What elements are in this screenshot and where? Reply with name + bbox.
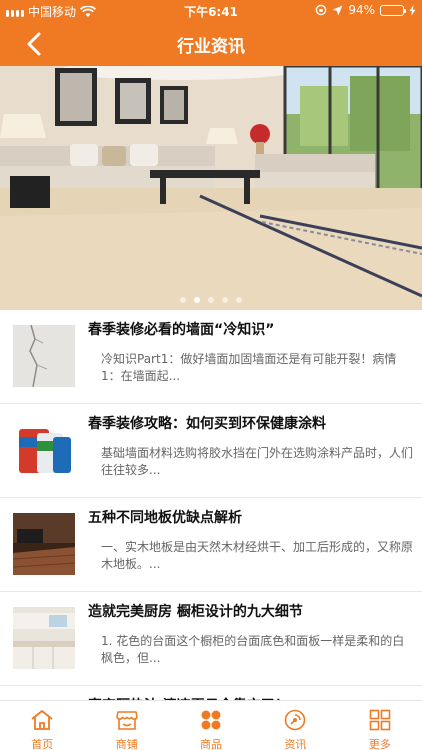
article-thumbnail bbox=[13, 325, 75, 387]
app-screen: 中国移动 下午6:41 94% 行业资讯 春季装修必看的墙面“冷知识” 冷知识P… bbox=[0, 0, 422, 750]
article-item-1[interactable]: 春季装修必看的墙面“冷知识” 冷知识Part1：做好墙面加固墙面还是有可能开裂！… bbox=[0, 310, 422, 404]
article-list: 春季装修必看的墙面“冷知识” 冷知识Part1：做好墙面加固墙面还是有可能开裂！… bbox=[0, 310, 422, 750]
home-icon bbox=[31, 710, 53, 730]
article-thumbnail bbox=[13, 607, 75, 669]
top-bar: 中国移动 下午6:41 94% 行业资讯 bbox=[0, 0, 422, 66]
shop-icon bbox=[115, 711, 138, 730]
banner-image bbox=[0, 66, 422, 310]
carousel-dot[interactable] bbox=[222, 297, 228, 303]
carousel-dot[interactable] bbox=[194, 297, 200, 303]
tab-label: 首页 bbox=[31, 738, 54, 750]
products-icon bbox=[201, 710, 221, 730]
article-desc: 冷知识Part1：做好墙面加固墙面还是有可能开裂！病情1：在墙面起... bbox=[101, 352, 397, 383]
carousel-indicators bbox=[0, 297, 422, 303]
battery-icon bbox=[380, 4, 406, 16]
banner-carousel[interactable] bbox=[0, 66, 422, 310]
more-grid-icon bbox=[369, 709, 391, 731]
article-desc: 1. 花色的台面这个橱柜的台面底色和面板一样是柔和的白枫色，但... bbox=[101, 634, 405, 665]
article-thumbnail bbox=[13, 419, 75, 481]
tab-label: 商铺 bbox=[115, 738, 138, 750]
status-right: 94% bbox=[315, 3, 416, 17]
article-thumbnail bbox=[13, 513, 75, 575]
tab-more[interactable]: 更多 bbox=[338, 701, 422, 750]
tab-home[interactable]: 首页 bbox=[0, 701, 84, 750]
article-item-4[interactable]: 造就完美厨房 橱柜设计的九大细节 1. 花色的台面这个橱柜的台面底色和面板一样是… bbox=[0, 592, 422, 686]
tab-shops[interactable]: 商铺 bbox=[84, 701, 168, 750]
article-item-2[interactable]: 春季装修攻略：如何买到环保健康涂料 基础墙面材料选购将胶水挡在门外在选购涂料产品… bbox=[0, 404, 422, 498]
article-title: 春季装修攻略：如何买到环保健康涂料 bbox=[88, 416, 326, 432]
carousel-dot[interactable] bbox=[236, 297, 242, 303]
tab-label: 更多 bbox=[368, 738, 391, 750]
orientation-lock-icon bbox=[316, 4, 327, 16]
article-desc: 一、实木地板是由天然木材经烘干、加工后形成的，又称原木地板。... bbox=[101, 540, 414, 571]
page-title: 行业资讯 bbox=[177, 37, 245, 57]
location-icon bbox=[332, 5, 343, 15]
article-title: 造就完美厨房 橱柜设计的九大细节 bbox=[88, 604, 303, 620]
battery-percent: 94% bbox=[348, 3, 375, 17]
tab-news[interactable]: 资讯 bbox=[253, 701, 337, 750]
carousel-dot[interactable] bbox=[208, 297, 214, 303]
news-icon bbox=[285, 709, 306, 731]
tab-label: 资讯 bbox=[284, 738, 307, 750]
article-title: 春季装修必看的墙面“冷知识” bbox=[88, 322, 275, 338]
nav-bar: 行业资讯 bbox=[0, 22, 422, 66]
tab-bar: 首页 商铺 商品 资讯 更多 bbox=[0, 700, 422, 750]
article-item-3[interactable]: 五种不同地板优缺点解析 一、实木地板是由天然木材经烘干、加工后形成的，又称原木地… bbox=[0, 498, 422, 592]
charging-icon bbox=[409, 4, 416, 16]
article-desc: 基础墙面材料选购将胶水挡在门外在选购涂料产品时，人们往往较多... bbox=[101, 446, 414, 477]
carousel-dot[interactable] bbox=[180, 297, 186, 303]
tab-products[interactable]: 商品 bbox=[169, 701, 253, 750]
article-title: 五种不同地板优缺点解析 bbox=[88, 510, 242, 526]
status-bar: 中国移动 下午6:41 94% bbox=[0, 0, 422, 22]
tab-label: 商品 bbox=[200, 738, 223, 750]
